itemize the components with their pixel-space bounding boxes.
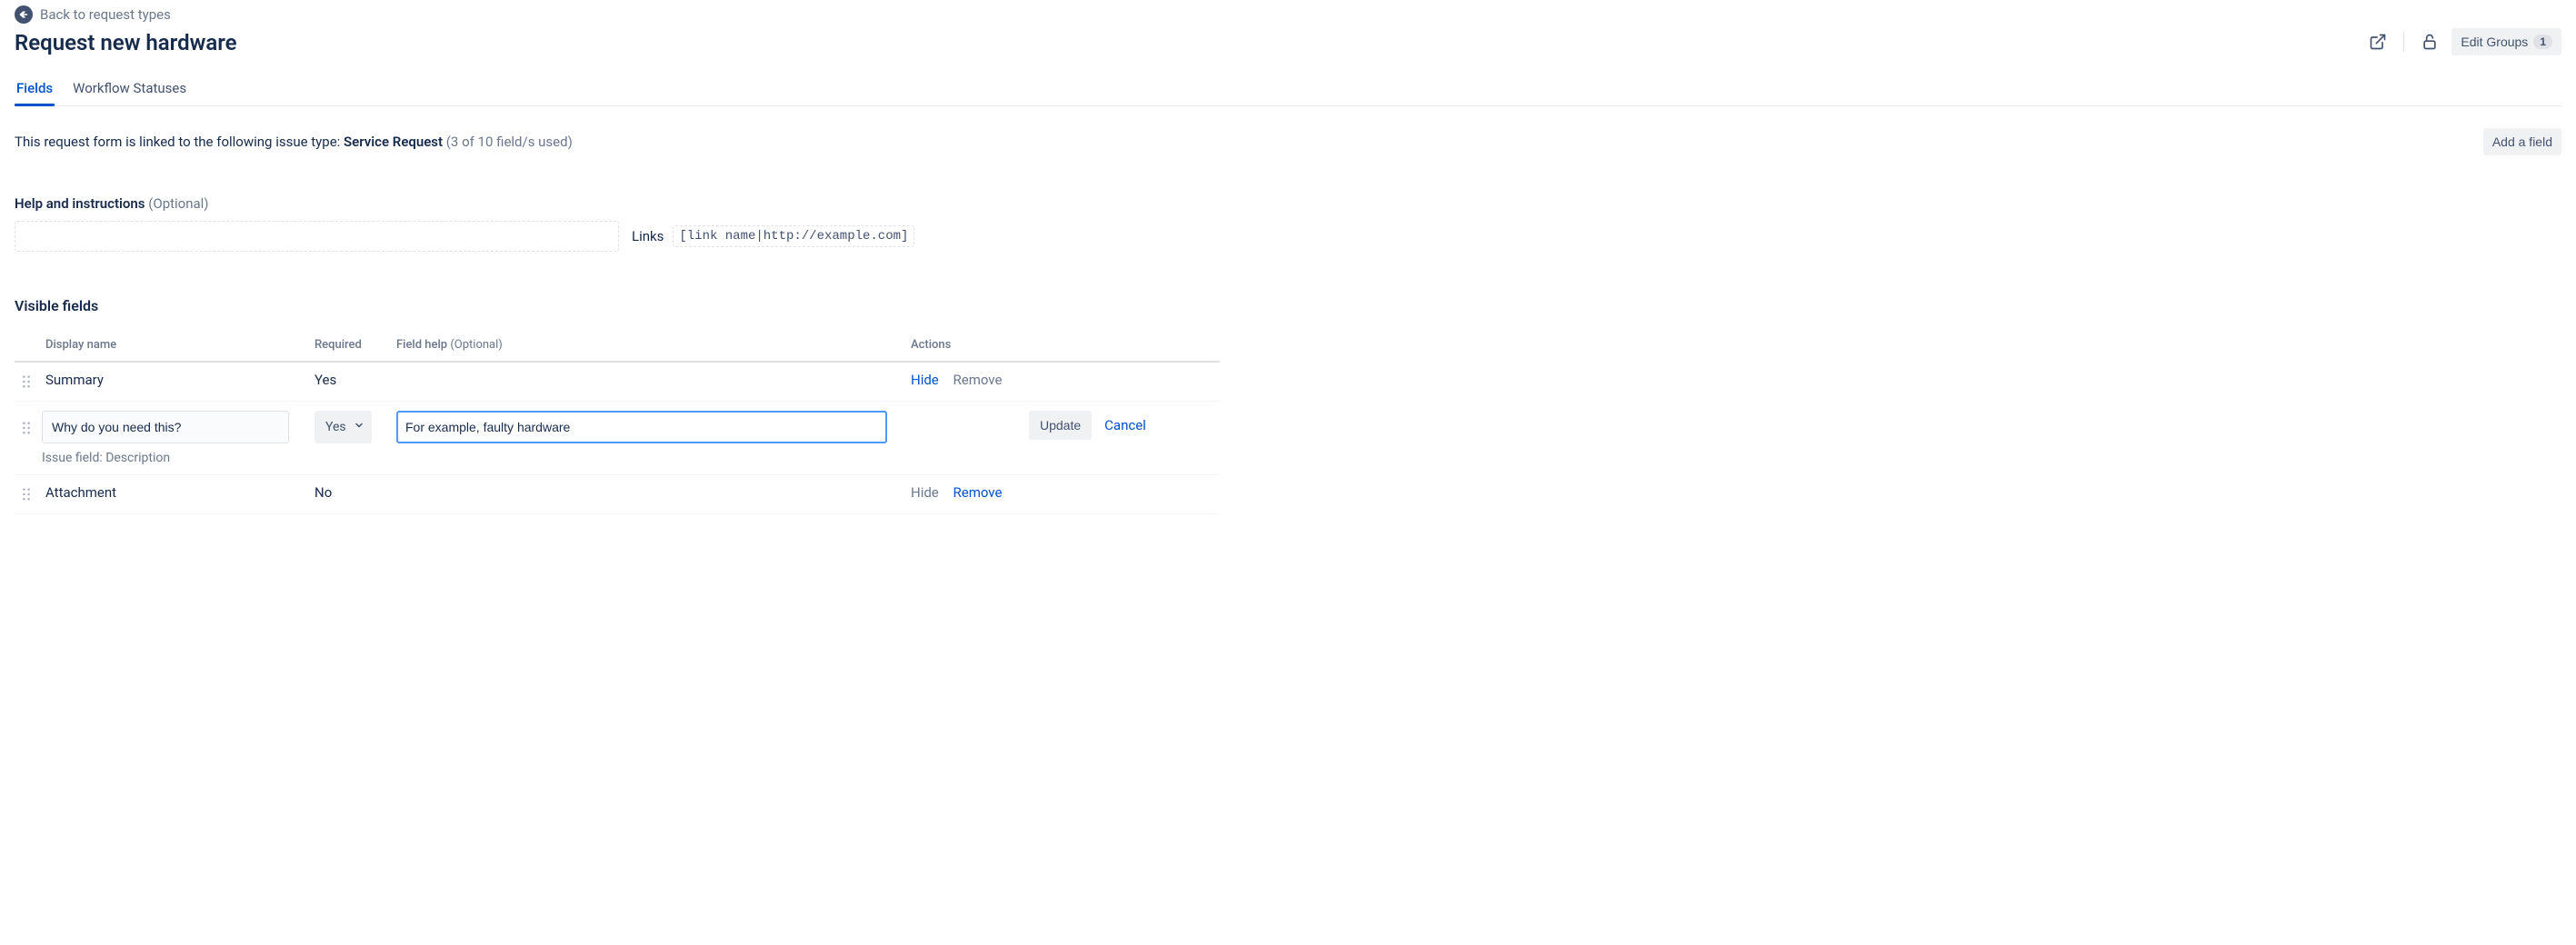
help-instructions-heading: Help and instructions (Optional) <box>15 195 2561 212</box>
open-external-icon[interactable] <box>2363 27 2392 56</box>
arrow-left-icon <box>15 5 33 24</box>
page-title: Request new hardware <box>15 30 237 55</box>
hide-action[interactable]: Hide <box>911 372 939 388</box>
divider <box>2403 32 2404 52</box>
display-name-input[interactable] <box>42 411 289 443</box>
drag-handle-icon[interactable] <box>22 418 31 434</box>
display-name-cell: Attachment <box>38 475 307 514</box>
unlock-icon[interactable] <box>2415 27 2444 56</box>
required-cell: Yes <box>307 362 389 402</box>
update-button[interactable]: Update <box>1029 411 1092 440</box>
required-select[interactable]: Yes <box>315 411 372 443</box>
field-help-input[interactable] <box>396 411 887 443</box>
chevron-down-icon <box>354 420 364 434</box>
edit-groups-button[interactable]: Edit Groups 1 <box>2451 28 2561 55</box>
links-label: Links <box>632 228 664 244</box>
display-name-cell: Summary <box>38 362 307 402</box>
visible-fields-table: Display name Required Field help (Option… <box>15 331 1220 514</box>
cancel-button[interactable]: Cancel <box>1104 417 1146 433</box>
tab-fields[interactable]: Fields <box>15 73 55 105</box>
edit-groups-label: Edit Groups <box>2461 35 2528 49</box>
links-hint: [link name|http://example.com] <box>673 225 914 247</box>
table-row: Attachment No Hide Remove <box>15 475 1220 514</box>
drag-handle-icon[interactable] <box>22 484 31 501</box>
visible-fields-heading: Visible fields <box>15 297 2561 314</box>
edit-groups-count: 1 <box>2533 35 2552 49</box>
drag-handle-icon[interactable] <box>22 372 31 388</box>
tab-workflow-statuses[interactable]: Workflow Statuses <box>71 73 188 105</box>
help-instructions-input[interactable] <box>15 221 619 252</box>
issue-field-note: Issue field: Description <box>42 451 300 465</box>
remove-action-disabled: Remove <box>954 372 1003 388</box>
col-required: Required <box>307 331 389 362</box>
linked-issue-type-info: This request form is linked to the follo… <box>15 134 573 150</box>
remove-action[interactable]: Remove <box>954 484 1003 501</box>
table-row-editing: Issue field: Description Yes Update Canc… <box>15 402 1220 475</box>
add-a-field-button[interactable]: Add a field <box>2483 128 2561 155</box>
col-field-help: Field help (Optional) <box>389 331 904 362</box>
tabs: Fields Workflow Statuses <box>15 73 2561 106</box>
table-row: Summary Yes Hide Remove <box>15 362 1220 402</box>
col-actions: Actions <box>904 331 1220 362</box>
back-link-label: Back to request types <box>40 6 171 23</box>
col-display-name: Display name <box>38 331 307 362</box>
required-select-value: Yes <box>325 420 346 434</box>
header-actions: Edit Groups 1 <box>2363 27 2561 56</box>
back-to-request-types-link[interactable]: Back to request types <box>15 5 171 24</box>
hide-action-disabled: Hide <box>911 484 939 501</box>
required-cell: No <box>307 475 389 514</box>
